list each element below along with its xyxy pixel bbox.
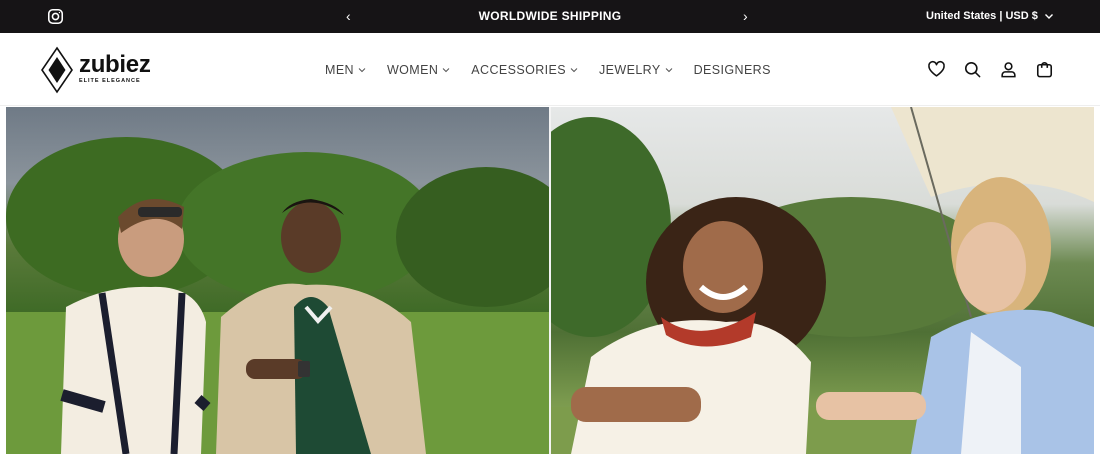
instagram-icon[interactable] xyxy=(47,8,64,25)
women-fashion-photo[interactable] xyxy=(551,107,1094,454)
nav-item-label: JEWELRY xyxy=(599,63,661,77)
main-navigation: MEN WOMEN ACCESSORIES JEWELRY DESIGNERS xyxy=(325,63,792,77)
header-actions xyxy=(927,60,1071,79)
brand-logo[interactable]: zubiez ELITE ELEGANCE xyxy=(40,46,151,94)
men-photo-illustration xyxy=(6,137,549,454)
brand-tagline: ELITE ELEGANCE xyxy=(79,78,141,84)
cart-button[interactable] xyxy=(1035,60,1054,79)
account-button[interactable] xyxy=(999,60,1018,79)
account-icon xyxy=(1001,62,1016,78)
wishlist-button[interactable] xyxy=(927,60,946,79)
chevron-down-icon xyxy=(570,68,578,73)
nav-item-jewelry[interactable]: JEWELRY xyxy=(599,63,673,77)
announcement-next-button[interactable]: › xyxy=(743,8,748,25)
search-icon xyxy=(964,61,981,78)
chevron-down-icon xyxy=(358,68,366,73)
cart-icon xyxy=(1036,62,1053,78)
chevron-down-icon xyxy=(1044,14,1053,19)
site-header: zubiez ELITE ELEGANCE MEN WOMEN ACCESSOR… xyxy=(0,33,1100,106)
hero-banner[interactable] xyxy=(6,107,1094,454)
nav-item-label: WOMEN xyxy=(386,63,439,77)
nav-item-label: MEN xyxy=(325,63,354,77)
locale-selector[interactable]: United States | USD $ xyxy=(926,10,1054,22)
announcement-bar: ‹ WORLDWIDE SHIPPING › United States | U… xyxy=(0,0,1100,33)
nav-item-label: DESIGNERS xyxy=(693,63,771,77)
nav-item-accessories[interactable]: ACCESSORIES xyxy=(471,63,578,77)
nav-item-men[interactable]: MEN xyxy=(325,63,366,77)
diamond-logo-icon xyxy=(41,46,73,94)
men-fashion-photo[interactable] xyxy=(6,107,549,454)
heart-icon xyxy=(928,60,945,77)
brand-name: zubiez xyxy=(79,51,151,78)
nav-item-women[interactable]: WOMEN xyxy=(387,63,450,77)
chevron-down-icon xyxy=(665,68,672,73)
announcement-message: WORLDWIDE SHIPPING xyxy=(478,9,622,23)
announcement-prev-button[interactable]: ‹ xyxy=(346,8,351,25)
nav-item-designers[interactable]: DESIGNERS xyxy=(694,63,771,77)
women-photo-illustration xyxy=(551,107,1094,454)
locale-label: United States | USD $ xyxy=(926,10,1038,22)
search-button[interactable] xyxy=(963,60,982,79)
nav-item-label: ACCESSORIES xyxy=(471,63,566,77)
chevron-down-icon xyxy=(442,68,450,73)
